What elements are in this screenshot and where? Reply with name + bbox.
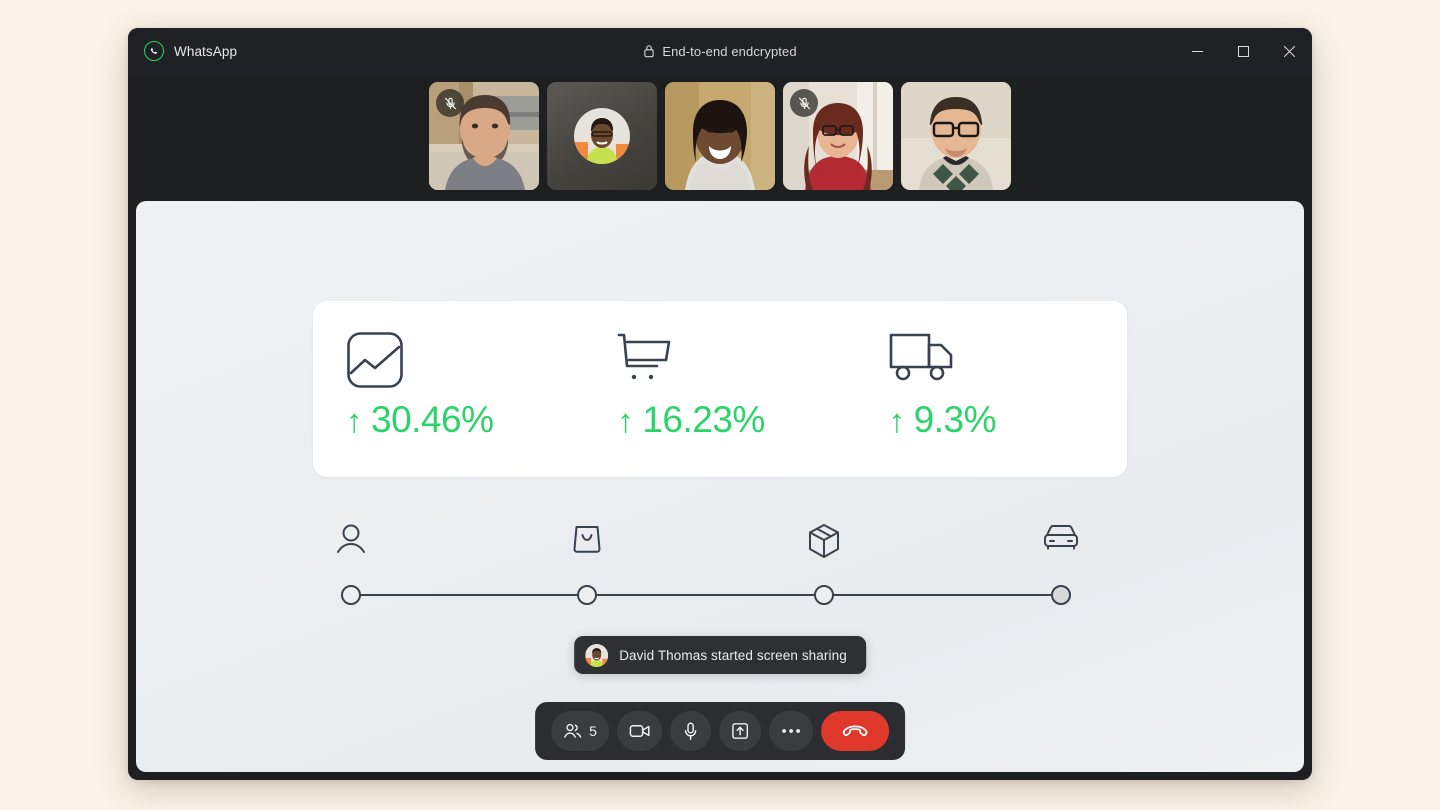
car-icon: [1043, 523, 1079, 551]
stat-arrow-up-icon: ↑: [346, 401, 363, 439]
participant-tile[interactable]: [665, 82, 775, 190]
package-box-icon: [807, 523, 841, 559]
participants-count: 5: [589, 723, 597, 739]
encryption-indicator: End-to-end endcrypted: [128, 44, 1312, 59]
avatar: [574, 108, 630, 164]
stepper-icons: [337, 523, 1078, 571]
mic-off-icon: [790, 89, 818, 117]
participant-tile[interactable]: [901, 82, 1011, 190]
stat-item: ↑ 30.46%: [313, 301, 584, 477]
stats-card: ↑ 30.46% ↑ 16.23% ↑ 9.3%: [313, 301, 1127, 477]
toast-message: David Thomas started screen sharing: [619, 647, 847, 663]
participant-avatar: [585, 643, 609, 667]
share-screen-icon: [731, 722, 749, 740]
people-icon: [563, 722, 582, 740]
app-brand: WhatsApp: [144, 41, 237, 61]
participant-video: [665, 82, 775, 190]
video-camera-icon: [629, 723, 650, 739]
shopping-cart-icon: [617, 331, 855, 393]
mic-off-icon: [436, 89, 464, 117]
participant-avatar-placeholder: [547, 82, 657, 190]
camera-button[interactable]: [616, 711, 662, 751]
maximize-icon[interactable]: [1220, 28, 1266, 74]
more-ellipsis-icon: [781, 728, 801, 734]
stat-percent-label: 30.46%: [371, 399, 494, 440]
stat-value: ↑ 16.23%: [617, 399, 855, 441]
stat-value: ↑ 9.3%: [889, 399, 1127, 441]
participant-video: [901, 82, 1011, 190]
participants-button[interactable]: 5: [551, 711, 609, 751]
stepper-dot[interactable]: [1051, 585, 1071, 605]
more-options-button[interactable]: [768, 711, 813, 751]
stat-arrow-up-icon: ↑: [888, 401, 906, 439]
participant-tile[interactable]: [783, 82, 893, 190]
shared-screen-stage: ↑ 30.46% ↑ 16.23% ↑ 9.3% David Thomas st…: [136, 201, 1304, 772]
stepper-dot[interactable]: [577, 585, 598, 605]
stepper-dot[interactable]: [813, 585, 834, 605]
stat-value: ↑ 30.46%: [346, 399, 584, 441]
whatsapp-logo-icon: [144, 41, 164, 61]
microphone-icon: [682, 722, 699, 741]
call-control-bar: 5: [535, 702, 905, 760]
end-call-button[interactable]: [820, 711, 889, 751]
stepper-track: [351, 594, 1061, 596]
delivery-truck-icon: [889, 331, 1127, 393]
minimize-icon[interactable]: [1174, 28, 1220, 74]
stat-percent-label: 16.23%: [642, 399, 765, 440]
microphone-button[interactable]: [669, 711, 711, 751]
stat-item: ↑ 9.3%: [856, 301, 1127, 477]
image-chart-icon: [346, 331, 584, 393]
participant-filmstrip: [128, 74, 1312, 201]
progress-stepper: [337, 523, 1078, 613]
end-call-icon: [842, 723, 868, 739]
shopping-bag-icon: [572, 523, 602, 555]
stat-item: ↑ 16.23%: [584, 301, 855, 477]
share-screen-button[interactable]: [718, 711, 761, 751]
participant-tile[interactable]: [547, 82, 657, 190]
whatsapp-call-window: WhatsApp End-to-end endcrypted ↑ 30.46% …: [128, 28, 1312, 780]
screen-share-toast: David Thomas started screen sharing: [574, 636, 866, 674]
encryption-label: End-to-end endcrypted: [662, 43, 797, 59]
participant-tile[interactable]: [429, 82, 539, 190]
lock-icon: [643, 44, 655, 58]
stepper-dot[interactable]: [341, 585, 361, 605]
stat-arrow-up-icon: ↑: [617, 401, 634, 439]
close-icon[interactable]: [1266, 28, 1312, 74]
window-controls: [1174, 28, 1312, 74]
title-bar: WhatsApp End-to-end endcrypted: [128, 28, 1312, 74]
stat-percent-label: 9.3%: [913, 399, 997, 440]
app-name-label: WhatsApp: [174, 43, 238, 59]
user-icon: [335, 523, 367, 557]
